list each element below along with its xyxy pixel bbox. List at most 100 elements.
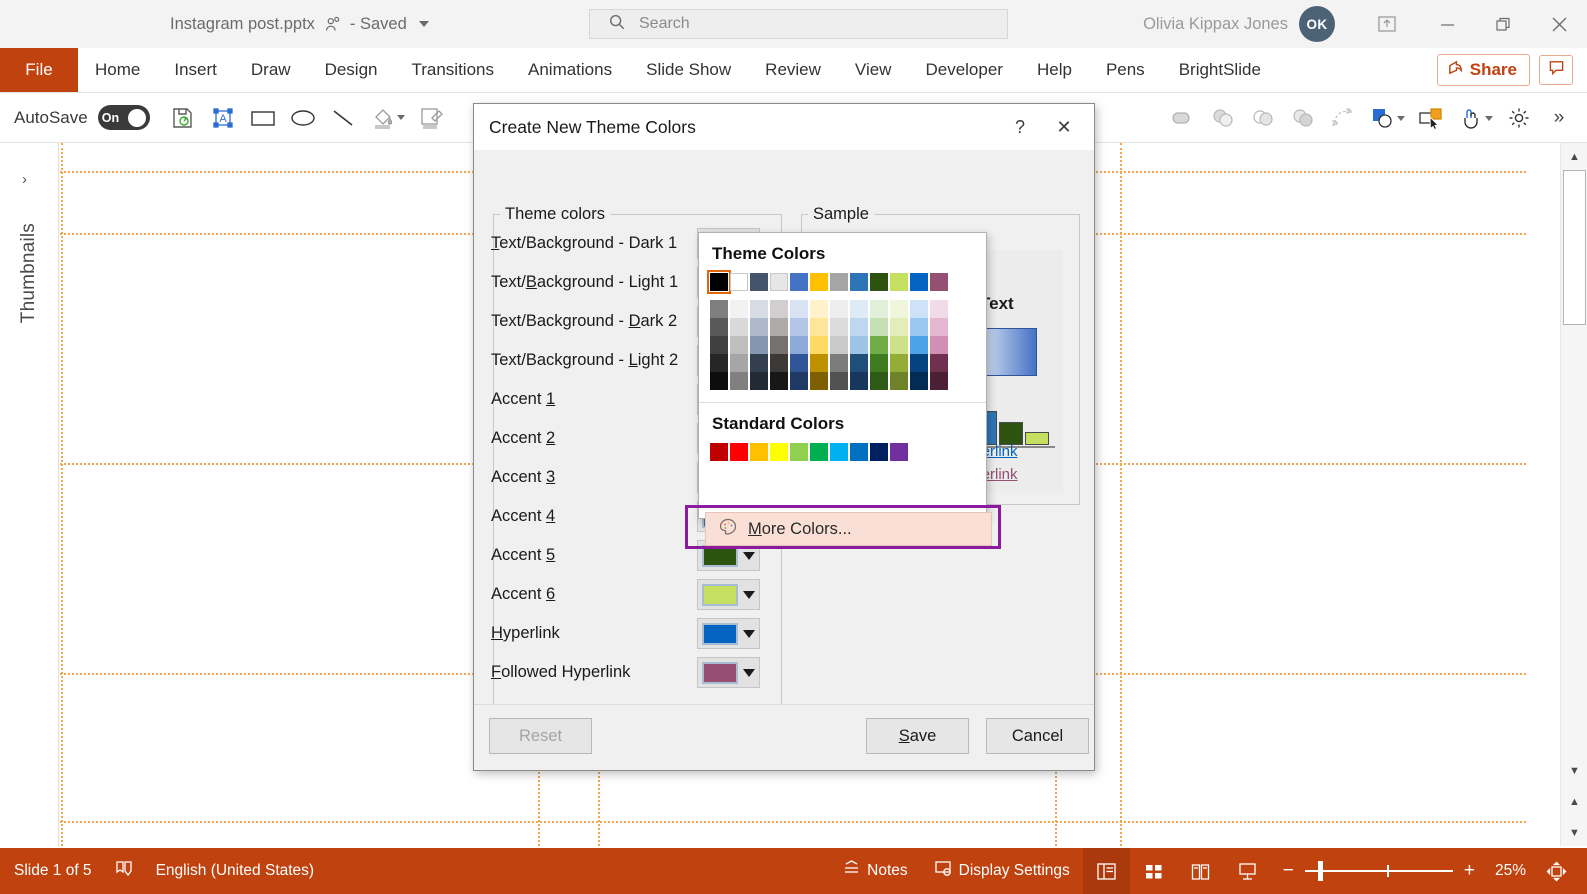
theme-color-variant-cell[interactable] bbox=[870, 354, 888, 372]
theme-color-variant-cell[interactable] bbox=[890, 354, 908, 372]
theme-color-variant-cell[interactable] bbox=[910, 318, 928, 336]
theme-color-swatch-cell[interactable] bbox=[930, 273, 948, 291]
slide-show-button[interactable] bbox=[1224, 848, 1271, 894]
theme-color-swatch-cell[interactable] bbox=[810, 273, 828, 291]
tab-transitions[interactable]: Transitions bbox=[394, 48, 511, 92]
theme-color-variant-cell[interactable] bbox=[710, 336, 728, 354]
standard-color-cell[interactable] bbox=[810, 443, 828, 461]
theme-color-variant-cell[interactable] bbox=[930, 318, 948, 336]
theme-color-swatch-cell[interactable] bbox=[890, 273, 908, 291]
theme-color-variant-cell[interactable] bbox=[930, 336, 948, 354]
line-shape-icon[interactable] bbox=[323, 96, 363, 140]
pen-edit-icon[interactable] bbox=[411, 96, 451, 140]
saved-status[interactable]: - Saved bbox=[350, 15, 407, 34]
theme-color-swatch-cell[interactable] bbox=[790, 273, 808, 291]
theme-color-variant-cell[interactable] bbox=[810, 300, 828, 318]
theme-color-swatch-button[interactable] bbox=[697, 618, 760, 649]
theme-color-variant-cell[interactable] bbox=[770, 318, 788, 336]
theme-color-variant-cell[interactable] bbox=[730, 300, 748, 318]
search-box[interactable]: Search bbox=[589, 9, 1008, 39]
theme-color-variant-cell[interactable] bbox=[790, 336, 808, 354]
fit-slide-button[interactable] bbox=[1538, 848, 1575, 894]
tab-brightslide[interactable]: BrightSlide bbox=[1162, 48, 1278, 92]
zoom-control[interactable]: − + 25% bbox=[1271, 860, 1538, 882]
vertical-scrollbar[interactable]: ▲ ▼ ▲ ▼ bbox=[1560, 143, 1587, 846]
theme-color-variant-cell[interactable] bbox=[810, 336, 828, 354]
zoom-percentage[interactable]: 25% bbox=[1486, 862, 1526, 880]
slide-sorter-button[interactable] bbox=[1130, 848, 1177, 894]
oval-shape-icon[interactable] bbox=[283, 96, 323, 140]
theme-color-variant-cell[interactable] bbox=[870, 336, 888, 354]
scroll-down-button[interactable]: ▼ bbox=[1561, 757, 1587, 784]
notes-button[interactable]: Notes bbox=[829, 848, 921, 894]
theme-color-variant-cell[interactable] bbox=[790, 318, 808, 336]
theme-color-variant-cell[interactable] bbox=[750, 318, 768, 336]
theme-color-variant-cell[interactable] bbox=[930, 300, 948, 318]
share-button[interactable]: Share bbox=[1436, 54, 1530, 86]
theme-color-variant-cell[interactable] bbox=[910, 372, 928, 390]
theme-color-variant-cell[interactable] bbox=[710, 372, 728, 390]
standard-color-cell[interactable] bbox=[730, 443, 748, 461]
language-status[interactable]: English (United States) bbox=[156, 862, 315, 880]
theme-color-variant-cell[interactable] bbox=[810, 372, 828, 390]
dialog-help-button[interactable]: ? bbox=[998, 106, 1042, 148]
theme-color-variant-cell[interactable] bbox=[930, 354, 948, 372]
theme-color-swatch-cell[interactable] bbox=[870, 273, 888, 291]
autosave-toggle[interactable]: On bbox=[97, 105, 150, 130]
comments-button[interactable] bbox=[1539, 55, 1573, 85]
spell-check-icon[interactable] bbox=[114, 859, 134, 884]
standard-color-cell[interactable] bbox=[710, 443, 728, 461]
tab-insert[interactable]: Insert bbox=[157, 48, 234, 92]
theme-color-variant-cell[interactable] bbox=[890, 372, 908, 390]
theme-color-variant-cell[interactable] bbox=[730, 336, 748, 354]
theme-color-variant-cell[interactable] bbox=[790, 354, 808, 372]
document-title[interactable]: Instagram post.pptx bbox=[170, 15, 315, 34]
theme-color-variant-cell[interactable] bbox=[770, 300, 788, 318]
normal-view-button[interactable] bbox=[1082, 848, 1130, 894]
theme-color-variant-cell[interactable] bbox=[750, 354, 768, 372]
tab-help[interactable]: Help bbox=[1020, 48, 1089, 92]
ribbon-display-options-icon[interactable] bbox=[1355, 0, 1419, 48]
tab-file[interactable]: File bbox=[0, 48, 78, 92]
theme-color-variant-cell[interactable] bbox=[870, 300, 888, 318]
reading-view-button[interactable] bbox=[1177, 848, 1224, 894]
theme-color-swatch-cell[interactable] bbox=[707, 270, 731, 294]
save-refresh-icon[interactable] bbox=[163, 96, 203, 140]
tab-developer[interactable]: Developer bbox=[908, 48, 1020, 92]
zoom-out-button[interactable]: − bbox=[1283, 860, 1294, 882]
standard-color-cell[interactable] bbox=[790, 443, 808, 461]
fill-color-caret-icon[interactable] bbox=[396, 115, 405, 120]
more-colors-item[interactable]: More Colors... bbox=[705, 512, 992, 546]
zoom-in-button[interactable]: + bbox=[1464, 860, 1475, 882]
tab-design[interactable]: Design bbox=[308, 48, 395, 92]
scrollbar-thumb[interactable] bbox=[1563, 170, 1586, 325]
expand-thumbnails-chevron-icon[interactable]: › bbox=[22, 171, 27, 188]
theme-color-variant-cell[interactable] bbox=[850, 372, 868, 390]
theme-color-variant-cell[interactable] bbox=[830, 354, 848, 372]
next-slide-button[interactable]: ▼ bbox=[1561, 819, 1587, 846]
zoom-slider-handle[interactable] bbox=[1317, 861, 1323, 881]
dialog-close-button[interactable]: ✕ bbox=[1042, 106, 1086, 148]
display-settings-button[interactable]: Display Settings bbox=[921, 848, 1083, 894]
theme-color-variant-cell[interactable] bbox=[870, 318, 888, 336]
shape-fragment-icon[interactable] bbox=[1243, 96, 1283, 140]
theme-color-variant-cell[interactable] bbox=[710, 300, 728, 318]
theme-color-variant-cell[interactable] bbox=[910, 354, 928, 372]
tab-draw[interactable]: Draw bbox=[234, 48, 308, 92]
close-button[interactable] bbox=[1531, 0, 1587, 48]
swatch-dropdown-caret-icon[interactable] bbox=[743, 590, 755, 599]
theme-color-swatch-cell[interactable] bbox=[730, 273, 748, 291]
shape-combine-icon[interactable] bbox=[1203, 96, 1243, 140]
standard-color-cell[interactable] bbox=[770, 443, 788, 461]
theme-color-variant-cell[interactable] bbox=[830, 372, 848, 390]
theme-color-variant-cell[interactable] bbox=[810, 354, 828, 372]
swatch-dropdown-caret-icon[interactable] bbox=[743, 668, 755, 677]
swatch-dropdown-caret-icon[interactable] bbox=[743, 551, 755, 560]
tab-animations[interactable]: Animations bbox=[511, 48, 629, 92]
theme-color-swatch-cell[interactable] bbox=[910, 273, 928, 291]
theme-color-variant-cell[interactable] bbox=[850, 354, 868, 372]
selection-pane-icon[interactable] bbox=[1411, 96, 1451, 140]
theme-color-variant-cell[interactable] bbox=[890, 300, 908, 318]
saved-dropdown-caret-icon[interactable] bbox=[418, 21, 429, 27]
theme-color-swatch-cell[interactable] bbox=[770, 273, 788, 291]
